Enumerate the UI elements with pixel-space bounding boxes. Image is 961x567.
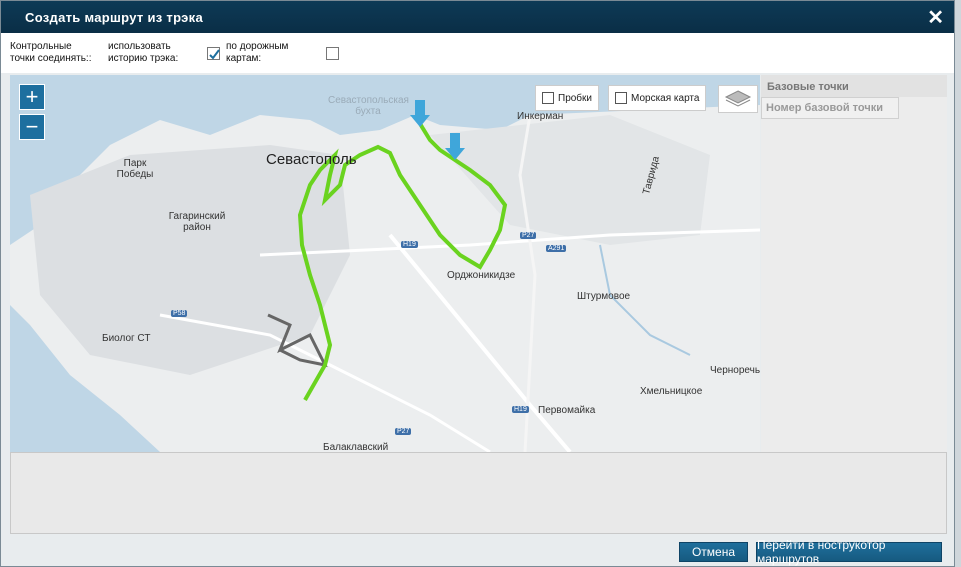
marine-checkbox[interactable] [615,92,627,104]
place-label: Инкерман [517,111,564,122]
urban-area-east [430,115,710,245]
zoom-in-button[interactable]: + [19,84,45,110]
roads-checkbox[interactable] [326,47,339,60]
place-label: Севастополь [266,151,357,168]
marine-map-toggle[interactable]: Морская карта [608,85,707,111]
layers-icon [724,90,752,107]
layers-button[interactable] [718,85,758,113]
base-points-header: Базовые точки [761,75,947,97]
place-label: Гагаринский район [168,211,226,233]
close-icon[interactable]: ✕ [927,5,944,30]
place-label: Парк Победы [116,158,154,180]
place-label: Севастопольская бухта [328,95,409,117]
road-badge: H19 [401,241,418,248]
route-constructor-button[interactable]: Перейти в нострукотор маршрутов [756,538,942,566]
road-badge: A291 [546,245,567,252]
place-label: Черноречье [710,365,760,376]
road-badge: P58 [171,310,188,317]
create-route-dialog: Создать маршрут из трэка ✕ Контрольные т… [0,0,955,567]
bottom-panel [10,452,947,534]
checkmark-icon [209,49,220,60]
place-label: Орджоникидзе [447,270,516,281]
base-point-number-column[interactable]: Номер базовой точки [761,97,899,119]
history-checkbox[interactable] [207,47,220,60]
cancel-button[interactable]: Отмена [679,542,748,562]
options-bar: Контрольные точки соединять:: использова… [1,33,954,73]
map-view[interactable]: + − Пробки Морская карта Севастопольская… [10,75,760,452]
road-badge: P27 [395,428,412,435]
history-label: использовать историю трэка: [108,41,179,64]
road-badge: P27 [520,232,537,239]
dialog-title: Создать маршрут из трэка [25,10,203,25]
place-label: Биолог СТ [102,333,151,344]
traffic-toggle[interactable]: Пробки [535,85,599,111]
place-label: Штурмовое [577,291,631,302]
traffic-checkbox[interactable] [542,92,554,104]
zoom-out-button[interactable]: − [19,114,45,140]
dialog-titlebar: Создать маршрут из трэка ✕ [1,1,954,33]
traffic-label: Пробки [558,92,592,104]
place-label: Балаклавский [323,442,389,452]
connect-label: Контрольные точки соединять:: [10,41,92,64]
base-points-panel: Базовые точки Номер базовой точки [761,75,947,452]
roads-label: по дорожным картам: [226,41,289,64]
road-badge: H19 [512,406,529,413]
place-label: Первомайка [538,405,596,416]
marine-label: Морская карта [631,92,700,104]
place-label: Хмельницкое [640,386,703,397]
